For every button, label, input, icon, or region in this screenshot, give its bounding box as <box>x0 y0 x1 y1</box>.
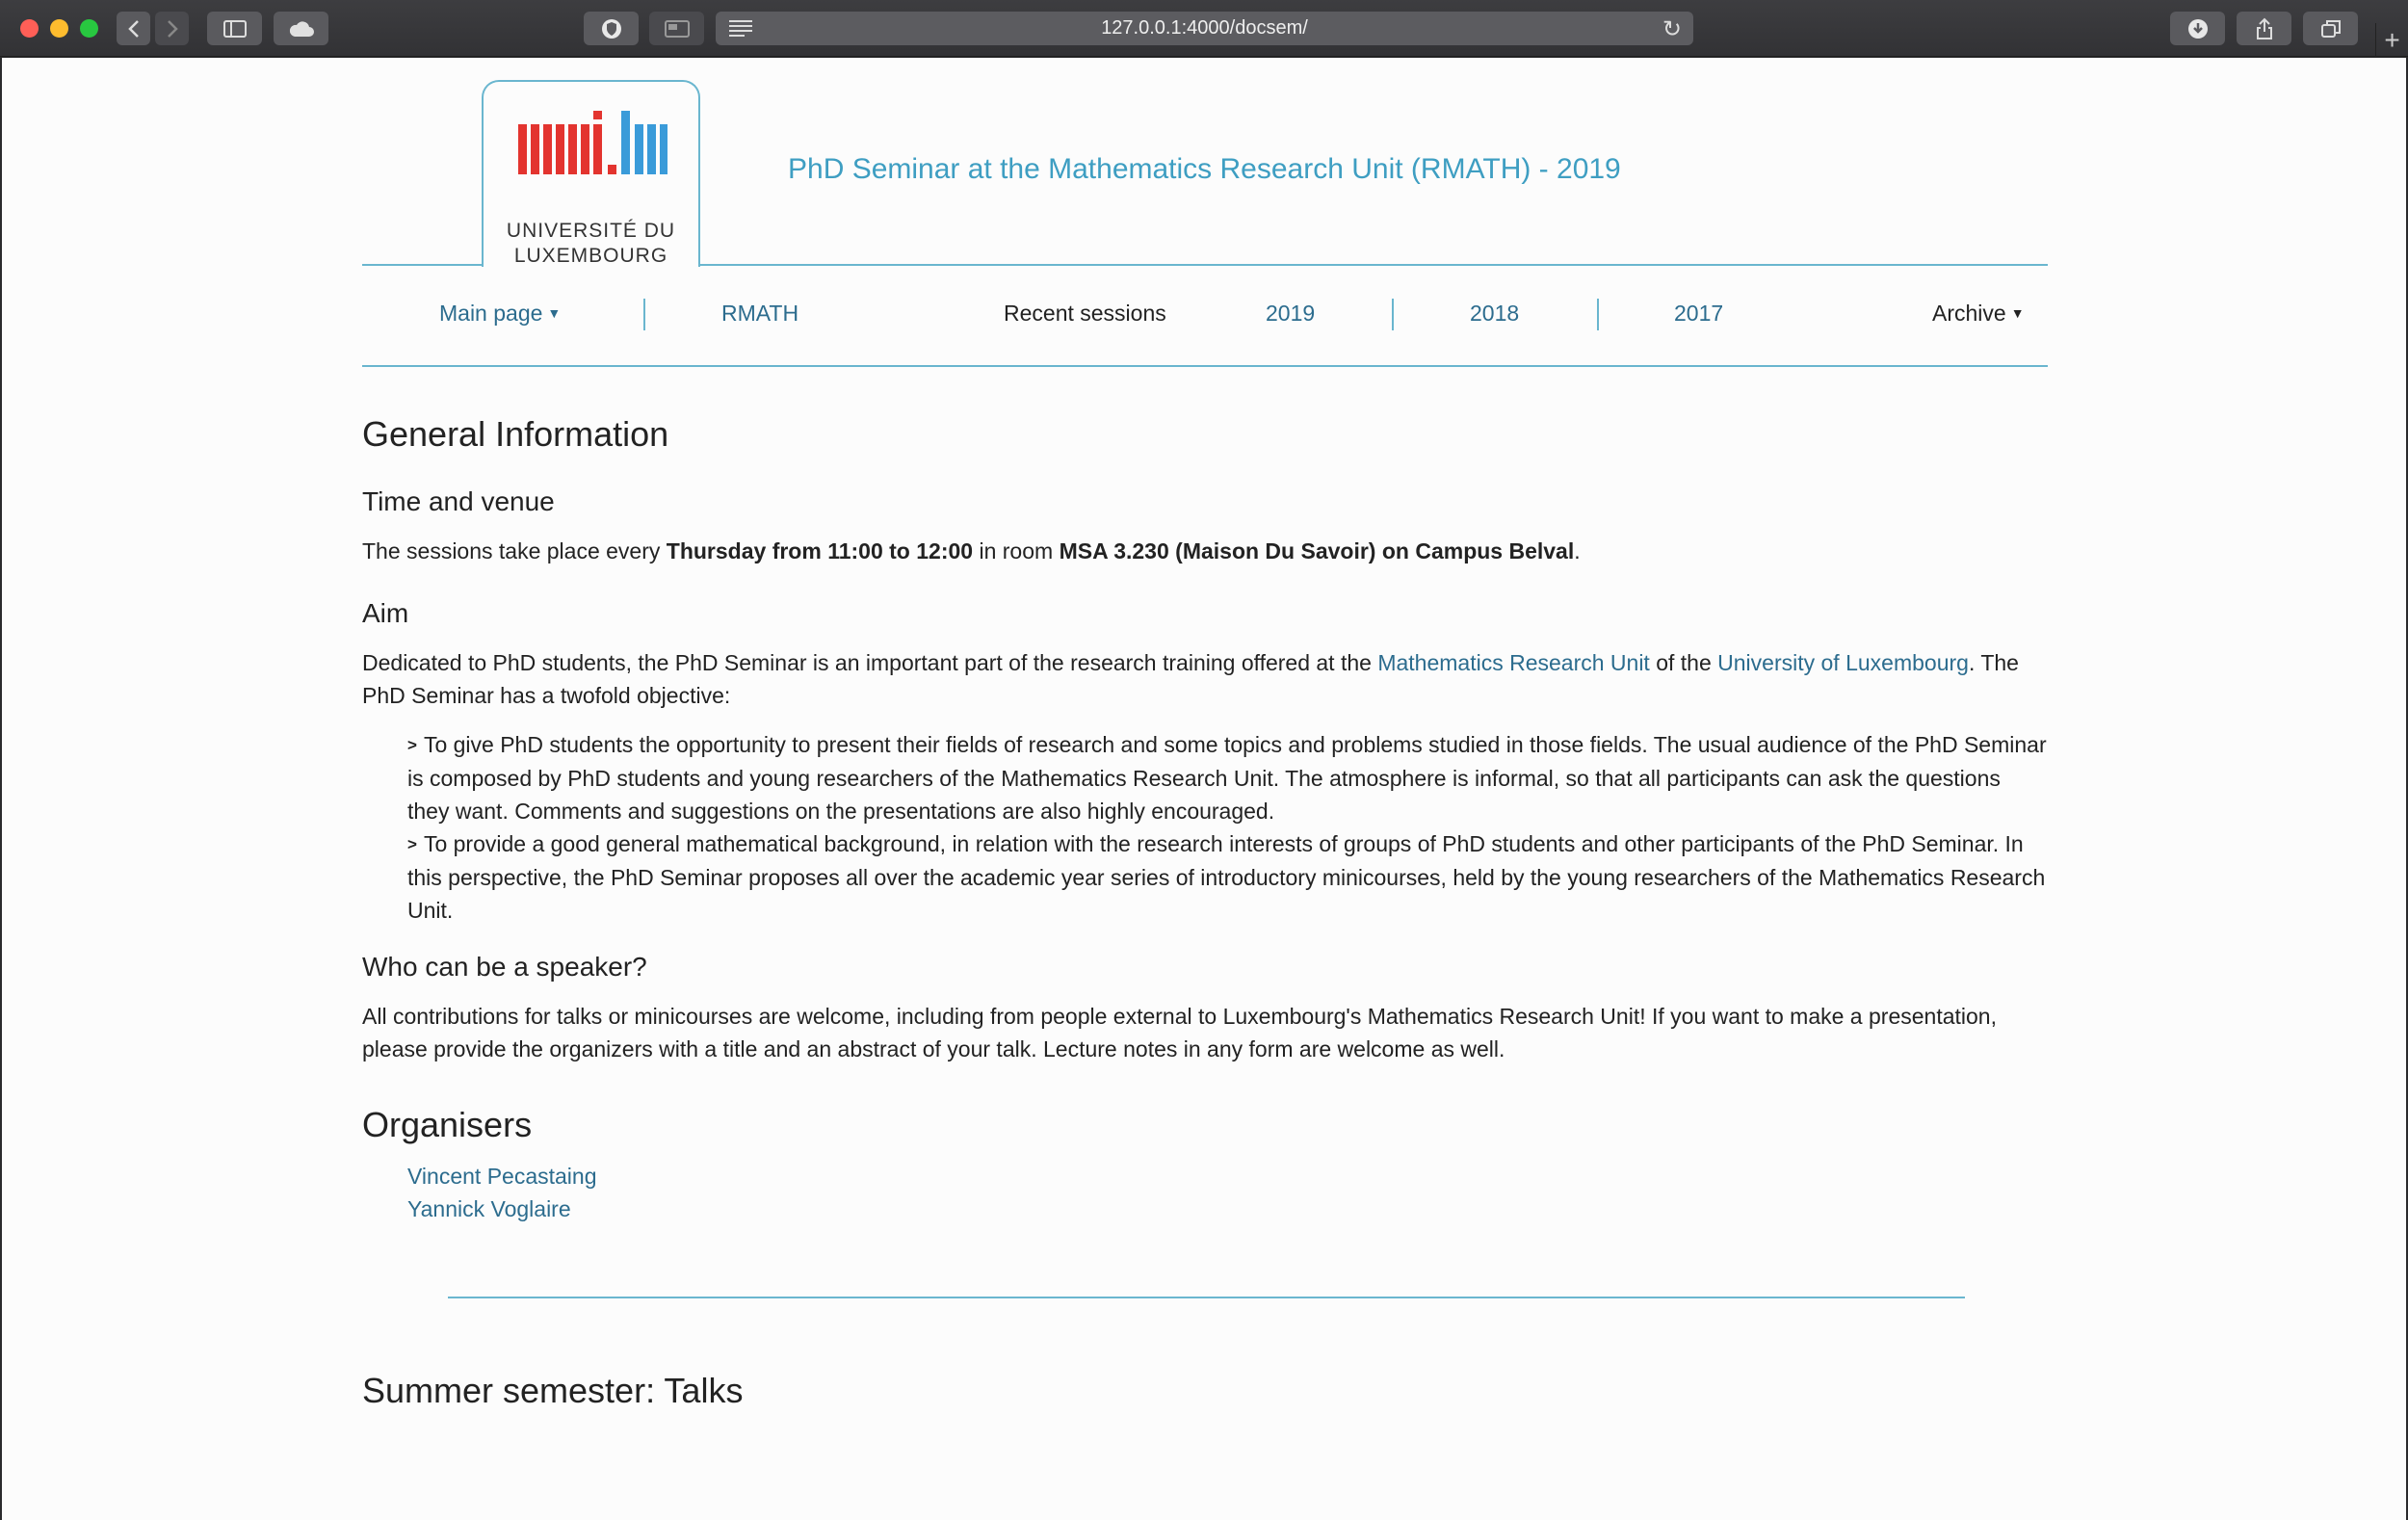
nav-2017[interactable]: 2017 <box>1674 301 1723 327</box>
mathematics-research-unit-link[interactable]: Mathematics Research Unit <box>1377 650 1650 675</box>
organisers-list: Vincent Pecastaing Yannick Voglaire <box>407 1160 2048 1225</box>
close-window-button[interactable] <box>20 19 39 38</box>
cloud-icon <box>289 20 314 37</box>
university-logo[interactable]: UNIVERSITÉ DU LUXEMBOURG <box>482 80 700 267</box>
general-information-heading: General Information <box>362 414 669 454</box>
picture-in-picture-button[interactable] <box>649 12 704 45</box>
list-item: Vincent Pecastaing <box>407 1160 2048 1192</box>
pip-icon <box>664 19 690 38</box>
list-item: > To give PhD students the opportunity to… <box>407 728 2048 827</box>
site-title[interactable]: PhD Seminar at the Mathematics Research … <box>788 153 1621 186</box>
room-bold: MSA 3.230 (Maison Du Savoir) on Campus B… <box>1059 538 1575 563</box>
time-venue-heading: Time and venue <box>362 486 555 516</box>
site-header: UNIVERSITÉ DU LUXEMBOURG PhD Seminar at … <box>362 58 2048 267</box>
objective-text: To provide a good general mathematical b… <box>407 831 2046 923</box>
text-span: Dedicated to PhD students, the PhD Semin… <box>362 650 1378 675</box>
nav-rmath[interactable]: RMATH <box>721 301 798 327</box>
chevron-right-icon: > <box>407 835 417 853</box>
nav-archive-label: Archive <box>1932 301 2006 326</box>
url-text[interactable]: 127.0.0.1:4000/docsem/ <box>1101 17 1308 39</box>
chevron-right-icon: > <box>407 736 417 754</box>
list-item: > To provide a good general mathematical … <box>407 827 2048 927</box>
speaker-heading: Who can be a speaker? <box>362 952 647 982</box>
downloads-button[interactable] <box>2170 12 2225 45</box>
chevron-down-icon: ▼ <box>547 305 562 321</box>
minimize-window-button[interactable] <box>50 19 68 38</box>
text-span: The sessions take place every <box>362 538 667 563</box>
nav-archive[interactable]: Archive ▼ <box>1932 301 2025 327</box>
text-span: in room <box>973 538 1060 563</box>
privacy-button[interactable] <box>584 12 639 45</box>
organiser-link[interactable]: Vincent Pecastaing <box>407 1164 597 1189</box>
nav-separator <box>1392 299 1394 330</box>
forward-button[interactable] <box>155 12 189 45</box>
nav-separator <box>643 299 645 330</box>
shield-icon <box>601 18 621 39</box>
browser-toolbar: 127.0.0.1:4000/docsem/ ↻ + <box>0 0 2408 57</box>
tabs-icon <box>2320 19 2341 38</box>
main-content: General Information Time and venue The s… <box>362 367 2048 1412</box>
section-divider <box>448 1297 1965 1298</box>
nav-2019[interactable]: 2019 <box>1266 301 1315 327</box>
reader-icon[interactable] <box>727 18 754 38</box>
objectives-list: > To give PhD students the opportunity to… <box>407 728 2048 927</box>
plus-icon: + <box>2384 24 2400 55</box>
sidebar-icon <box>222 19 247 38</box>
web-page: UNIVERSITÉ DU LUXEMBOURG PhD Seminar at … <box>2 58 2406 1520</box>
nav-separator <box>1597 299 1599 330</box>
chevron-down-icon: ▼ <box>2010 305 2025 321</box>
list-item: Yannick Voglaire <box>407 1192 2048 1225</box>
summer-semester-heading: Summer semester: Talks <box>362 1371 744 1410</box>
main-nav: Main page ▼ RMATH Recent sessions 2019 20… <box>362 266 2048 367</box>
aim-heading: Aim <box>362 598 409 628</box>
tab-overview-button[interactable] <box>2303 12 2358 45</box>
zoom-window-button[interactable] <box>80 19 98 38</box>
reload-icon[interactable]: ↻ <box>1662 15 1682 43</box>
university-of-luxembourg-link[interactable]: University of Luxembourg <box>1717 650 1969 675</box>
objective-text: To give PhD students the opportunity to … <box>407 732 2047 824</box>
chevron-left-icon <box>127 19 139 38</box>
uni-lu-logo-mark <box>518 111 667 174</box>
nav-recent-sessions: Recent sessions <box>1004 301 1166 326</box>
icloud-tabs-button[interactable] <box>274 12 328 45</box>
logo-line-1: UNIVERSITÉ DU <box>506 220 676 242</box>
new-tab-button[interactable]: + <box>2375 23 2408 57</box>
nav-main-page-label: Main page <box>439 301 543 326</box>
share-button[interactable] <box>2237 12 2291 45</box>
organisers-heading: Organisers <box>362 1105 533 1144</box>
schedule-bold: Thursday from 11:00 to 12:00 <box>666 538 974 563</box>
nav-2018[interactable]: 2018 <box>1470 301 1519 327</box>
aim-text: Dedicated to PhD students, the PhD Semin… <box>362 646 2048 712</box>
sidebar-toggle-button[interactable] <box>207 12 262 45</box>
download-icon <box>2187 18 2208 39</box>
time-venue-text: The sessions take place every Thursday f… <box>362 535 2048 567</box>
address-bar[interactable]: 127.0.0.1:4000/docsem/ ↻ <box>716 12 1693 45</box>
page-container: UNIVERSITÉ DU LUXEMBOURG PhD Seminar at … <box>362 58 2048 1412</box>
nav-main-page[interactable]: Main page ▼ <box>439 301 561 327</box>
logo-wordmark: UNIVERSITÉ DU LUXEMBOURG <box>484 219 698 269</box>
text-span: of the <box>1649 650 1718 675</box>
share-icon <box>2256 17 2272 39</box>
speaker-text: All contributions for talks or minicours… <box>362 1004 1997 1061</box>
text-span: . <box>1574 538 1581 563</box>
organiser-link[interactable]: Yannick Voglaire <box>407 1196 571 1221</box>
chevron-right-icon <box>167 19 178 38</box>
back-button[interactable] <box>117 12 150 45</box>
